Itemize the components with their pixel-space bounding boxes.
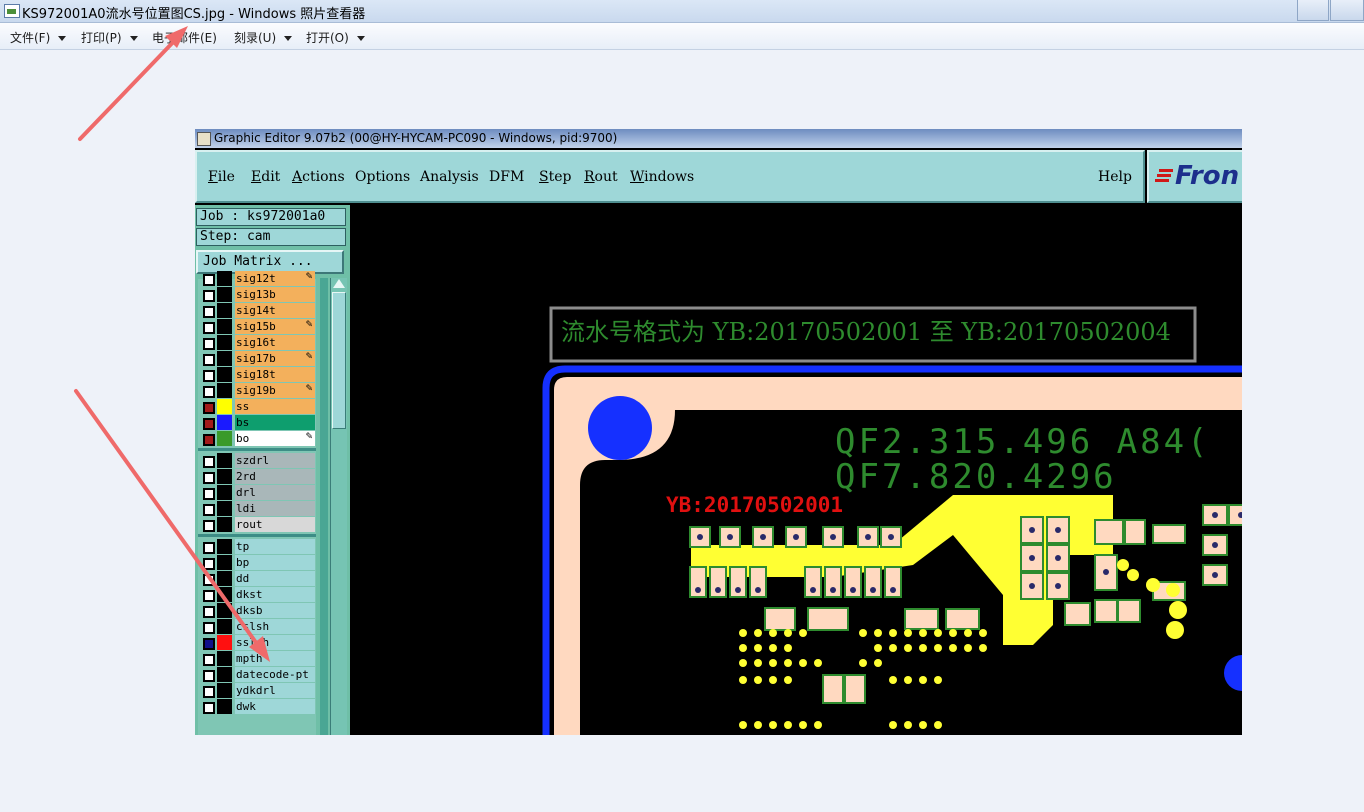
annotation-arrows (74, 26, 270, 662)
arrow-to-title (78, 33, 182, 141)
arrow-to-layer (74, 389, 264, 653)
